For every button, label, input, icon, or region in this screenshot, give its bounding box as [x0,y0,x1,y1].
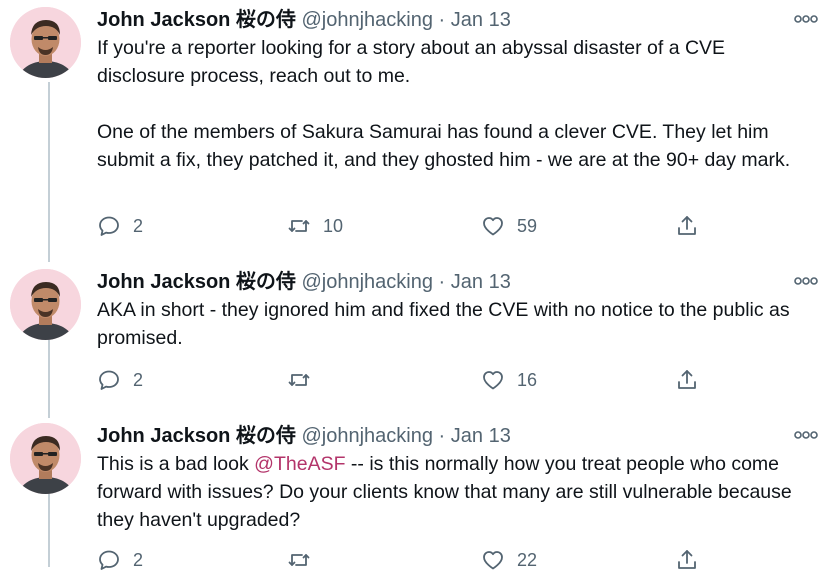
display-name[interactable]: John Jackson 桜の侍 [97,271,296,293]
like-count: 16 [517,369,538,390]
share-button[interactable] [675,547,699,573]
reply-button[interactable]: 2 [97,367,143,393]
more-icon[interactable] [793,12,819,26]
mention-link[interactable]: @TheASF [254,453,345,475]
share-icon [675,548,699,572]
tweet-paragraph: AKA in short - they ignored him and fixe… [97,299,790,349]
reply-count: 2 [133,369,144,390]
avatar[interactable] [10,7,81,78]
reply-button[interactable]: 2 [97,213,143,239]
tweet-text: This is a bad look @TheASF -- is this no… [97,450,817,534]
tweet[interactable]: John Jackson 桜の侍 @johnjhacking · Jan 13 … [0,0,835,236]
share-icon [675,368,699,392]
more-icon[interactable] [793,274,819,288]
handle[interactable]: @johnjhacking [302,425,434,447]
tweet-paragraph: If you're a reporter looking for a story… [97,37,726,87]
action-bar: 2 22 [97,547,717,573]
separator: · [433,9,451,31]
reply-count: 2 [133,549,144,570]
tweet-header: John Jackson 桜の侍 @johnjhacking · Jan 13 [97,270,511,294]
action-bar: 2 10 59 [97,213,717,239]
tweet-paragraph: This is a bad look @TheASF -- is this no… [97,450,817,534]
retweet-icon [287,368,311,392]
timestamp[interactable]: Jan 13 [451,271,511,293]
reply-icon [97,214,121,238]
timestamp[interactable]: Jan 13 [451,425,511,447]
retweet-icon [287,214,311,238]
reply-count: 2 [133,215,144,236]
display-name[interactable]: John Jackson 桜の侍 [97,425,296,447]
retweet-button[interactable] [287,367,323,393]
share-button[interactable] [675,367,699,393]
heart-icon [481,368,505,392]
separator: · [433,425,451,447]
tweet-header: John Jackson 桜の侍 @johnjhacking · Jan 13 [97,8,511,32]
like-button[interactable]: 16 [481,367,537,393]
retweet-button[interactable] [287,547,323,573]
tweet-header: John Jackson 桜の侍 @johnjhacking · Jan 13 [97,424,511,448]
avatar[interactable] [10,269,81,340]
share-button[interactable] [675,213,699,239]
tweet-text: AKA in short - they ignored him and fixe… [97,296,817,352]
separator: · [433,271,451,293]
handle[interactable]: @johnjhacking [302,271,434,293]
display-name[interactable]: John Jackson 桜の侍 [97,9,296,31]
reply-icon [97,548,121,572]
reply-icon [97,368,121,392]
retweet-button[interactable]: 10 [287,213,343,239]
tweet[interactable]: John Jackson 桜の侍 @johnjhacking · Jan 13 … [0,262,835,417]
retweet-count: 10 [323,215,344,236]
handle[interactable]: @johnjhacking [302,9,434,31]
tweet-paragraph: One of the members of Sakura Samurai has… [97,121,791,171]
more-icon[interactable] [793,428,819,442]
reply-button[interactable]: 2 [97,547,143,573]
tweet[interactable]: John Jackson 桜の侍 @johnjhacking · Jan 13 … [0,416,835,571]
share-icon [675,214,699,238]
heart-icon [481,548,505,572]
tweet-text: If you're a reporter looking for a story… [97,34,817,174]
like-count: 22 [517,549,538,570]
action-bar: 2 16 [97,367,717,393]
like-button[interactable]: 22 [481,547,537,573]
retweet-icon [287,548,311,572]
tweet-text-segment: This is a bad look [97,453,255,475]
like-button[interactable]: 59 [481,213,537,239]
like-count: 59 [517,215,538,236]
heart-icon [481,214,505,238]
timestamp[interactable]: Jan 13 [451,9,511,31]
avatar[interactable] [10,423,81,494]
